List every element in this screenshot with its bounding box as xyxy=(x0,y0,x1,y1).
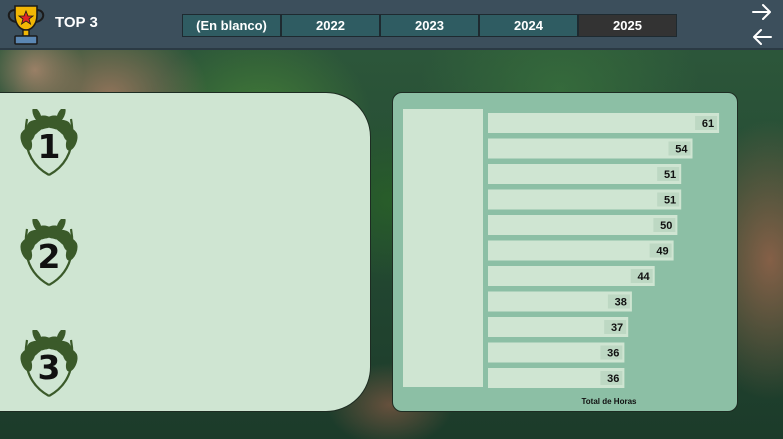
arrow-left-icon[interactable] xyxy=(751,28,773,46)
rank-number-3: 3 xyxy=(37,347,61,387)
year-slicer[interactable]: (En blanco) 2022 2023 2024 2025 xyxy=(182,14,677,37)
data-label: 36 xyxy=(607,373,619,385)
year-option-blank[interactable]: (En blanco) xyxy=(182,14,281,37)
rank-number-1: 1 xyxy=(37,126,61,166)
bar xyxy=(488,266,655,286)
category-label-area xyxy=(403,109,483,387)
data-label: 36 xyxy=(607,348,619,360)
bar xyxy=(488,138,693,159)
data-label: 44 xyxy=(637,271,650,283)
year-option-2025[interactable]: 2025 xyxy=(578,14,677,37)
first-place-wreath: 1 xyxy=(13,107,85,181)
top3-ranking-panel: 1 2 3 xyxy=(0,92,371,412)
arrow-right-icon[interactable] xyxy=(751,3,773,21)
bar xyxy=(488,164,682,184)
data-label: 51 xyxy=(664,195,676,207)
data-label: 50 xyxy=(660,220,672,232)
data-label: 54 xyxy=(675,144,688,156)
third-place-wreath: 3 xyxy=(13,328,85,402)
bar xyxy=(488,189,682,210)
second-place-wreath: 2 xyxy=(13,217,85,291)
header-bar: TOP 3 (En blanco) 2022 2023 2024 2025 xyxy=(0,0,783,50)
data-label: 51 xyxy=(664,169,676,181)
bar xyxy=(488,215,678,235)
bar xyxy=(488,240,674,261)
data-label: 49 xyxy=(656,246,668,258)
data-label: 37 xyxy=(611,322,623,334)
hours-bar-chart: 61 54 51 51 50 49 44 38 37 36 36 Total de Horas xyxy=(392,92,738,412)
year-option-2023[interactable]: 2023 xyxy=(380,14,479,37)
data-label: 38 xyxy=(615,297,627,309)
rank-number-2: 2 xyxy=(37,236,61,276)
page-title: TOP 3 xyxy=(55,14,98,31)
data-label: 61 xyxy=(702,118,714,130)
x-axis-title: Total de Horas xyxy=(582,397,638,406)
bar xyxy=(488,113,720,133)
trophy-icon xyxy=(7,5,45,45)
year-option-2024[interactable]: 2024 xyxy=(479,14,578,37)
year-option-2022[interactable]: 2022 xyxy=(281,14,380,37)
bar-chart-svg: 61 54 51 51 50 49 44 38 37 36 36 Total de Horas xyxy=(403,109,720,406)
